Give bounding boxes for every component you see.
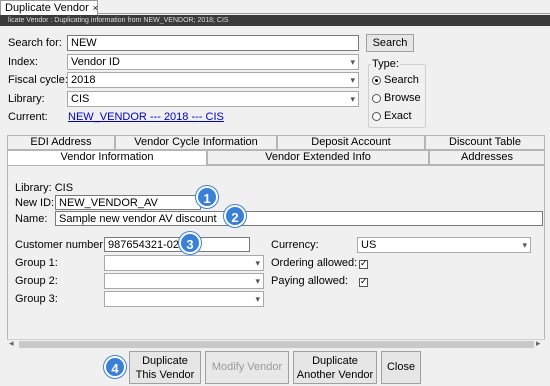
tab-edi-address[interactable]: EDI Address bbox=[7, 135, 115, 150]
chevron-down-icon: ▾ bbox=[350, 57, 355, 67]
library-select[interactable]: CIS ▾ bbox=[67, 91, 359, 107]
status-bar: licate Vendor : Duplicating information … bbox=[0, 15, 550, 26]
duplicate-another-vendor-button[interactable]: Duplicate Another Vendor bbox=[293, 351, 377, 384]
library-label: Library: bbox=[8, 93, 45, 105]
tab-vendor-cycle-information[interactable]: Vendor Cycle Information bbox=[115, 135, 277, 150]
fiscal-cycle-label: Fiscal cycle: bbox=[8, 74, 68, 86]
type-option-browse[interactable]: Browse bbox=[372, 90, 421, 106]
search-button[interactable]: Search bbox=[366, 34, 414, 52]
ordering-allowed-label: Ordering allowed: bbox=[271, 257, 358, 269]
index-select[interactable]: Vendor ID ▾ bbox=[67, 54, 359, 70]
paying-allowed-checkbox[interactable] bbox=[359, 276, 368, 288]
check-icon bbox=[359, 276, 368, 287]
tab-vendor-information[interactable]: Vendor Information bbox=[7, 150, 207, 166]
fiscal-cycle-value: 2018 bbox=[71, 74, 96, 86]
new-id-input[interactable]: NEW_VENDOR_AV bbox=[55, 195, 201, 210]
tab-deposit-account[interactable]: Deposit Account bbox=[277, 135, 425, 150]
index-label: Index: bbox=[8, 56, 38, 68]
type-label: Type: bbox=[371, 56, 400, 72]
group-2-select[interactable]: ▾ bbox=[104, 273, 264, 289]
tab-vendor-extended-info[interactable]: Vendor Extended Info bbox=[207, 150, 429, 165]
chevron-down-icon: ▾ bbox=[255, 258, 260, 268]
duplicate-this-vendor-button[interactable]: Duplicate This Vendor bbox=[129, 351, 201, 384]
group-2-label: Group 2: bbox=[15, 275, 58, 287]
check-icon bbox=[359, 258, 368, 269]
radio-browse[interactable] bbox=[372, 93, 381, 103]
name-input[interactable]: Sample new vendor AV discount bbox=[55, 211, 543, 226]
callout-badge-2: 2 bbox=[224, 205, 246, 227]
library-value: CIS bbox=[71, 93, 90, 105]
search-label: Search for: bbox=[8, 37, 62, 49]
type-option-exact[interactable]: Exact bbox=[372, 108, 412, 124]
radio-exact[interactable] bbox=[372, 111, 381, 121]
paying-allowed-label: Paying allowed: bbox=[271, 275, 349, 287]
chevron-down-icon: ▾ bbox=[350, 75, 355, 85]
scrollbar-thumb[interactable] bbox=[19, 341, 534, 348]
radio-search[interactable] bbox=[372, 75, 381, 85]
type-option-search[interactable]: Search bbox=[372, 72, 419, 88]
name-label: Name: bbox=[15, 213, 48, 225]
scroll-right-icon[interactable]: ▸ bbox=[536, 338, 541, 349]
fiscal-cycle-select[interactable]: 2018 ▾ bbox=[67, 72, 359, 88]
group-1-label: Group 1: bbox=[15, 257, 58, 269]
index-value: Vendor ID bbox=[71, 56, 120, 68]
chevron-down-icon: ▾ bbox=[255, 294, 260, 304]
chevron-down-icon: ▾ bbox=[255, 276, 260, 286]
current-vendor-link[interactable]: NEW_VENDOR --- 2018 --- CIS bbox=[68, 109, 224, 125]
customer-number-label: Customer number: bbox=[15, 239, 107, 251]
callout-badge-4: 4 bbox=[104, 356, 126, 378]
new-id-label: New ID: bbox=[15, 197, 55, 209]
ordering-allowed-checkbox[interactable] bbox=[359, 258, 368, 270]
currency-label: Currency: bbox=[271, 239, 319, 251]
window-tab-duplicate-vendor[interactable]: Duplicate Vendor × bbox=[0, 0, 98, 15]
customer-number-input[interactable]: 987654321-02 bbox=[104, 237, 250, 252]
group-1-select[interactable]: ▾ bbox=[104, 255, 264, 271]
currency-select[interactable]: US ▾ bbox=[357, 237, 531, 253]
group-3-label: Group 3: bbox=[15, 293, 58, 305]
close-button[interactable]: Close bbox=[381, 351, 421, 384]
modify-vendor-button[interactable]: Modify Vendor bbox=[205, 351, 289, 384]
search-input[interactable]: NEW bbox=[67, 35, 359, 51]
close-tab-icon[interactable]: × bbox=[93, 3, 98, 13]
currency-value: US bbox=[361, 239, 377, 251]
tab-discount-table[interactable]: Discount Table bbox=[425, 135, 545, 150]
chevron-down-icon: ▾ bbox=[522, 240, 527, 250]
current-label: Current: bbox=[8, 111, 48, 123]
tab-addresses[interactable]: Addresses bbox=[429, 150, 545, 165]
callout-badge-3: 3 bbox=[179, 232, 201, 254]
chevron-down-icon: ▾ bbox=[350, 94, 355, 104]
group-3-select[interactable]: ▾ bbox=[104, 291, 264, 307]
library-line: Library: CIS bbox=[15, 182, 74, 194]
scroll-left-icon[interactable]: ◂ bbox=[9, 338, 14, 349]
window-tab-title: Duplicate Vendor bbox=[5, 2, 89, 14]
callout-badge-1: 1 bbox=[196, 186, 218, 208]
